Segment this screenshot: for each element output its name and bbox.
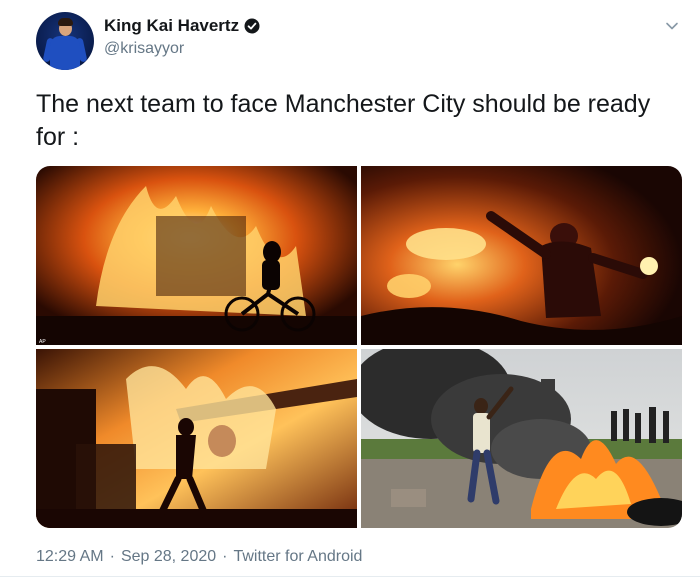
author-name-row[interactable]: King Kai Havertz <box>104 16 260 36</box>
photo-protester-molotov[interactable] <box>361 166 682 345</box>
meta-separator: · <box>109 548 115 565</box>
photo-burning-shacks[interactable] <box>36 349 357 528</box>
divider <box>0 576 700 577</box>
media-grid: AP <box>36 166 682 528</box>
author-display-name[interactable]: King Kai Havertz <box>104 16 239 36</box>
photo-burning-tyres-smoke[interactable] <box>361 349 682 528</box>
tweet-card[interactable]: King Kai Havertz @krisayyor The next tea… <box>0 0 700 580</box>
photo-credit: AP <box>39 339 46 345</box>
chevron-down-icon[interactable] <box>664 18 680 34</box>
tweet-time[interactable]: 12:29 AM <box>36 548 104 566</box>
avatar[interactable] <box>36 12 94 70</box>
author-handle[interactable]: @krisayyor <box>104 40 184 58</box>
photo-burning-vehicle-cyclist[interactable] <box>36 166 357 345</box>
tweet-date[interactable]: Sep 28, 2020 <box>121 548 216 566</box>
tweet-text: The next team to face Manchester City sh… <box>36 90 651 151</box>
verified-badge-icon <box>244 18 260 34</box>
tweet-source[interactable]: Twitter for Android <box>233 548 362 566</box>
tweet-meta: 12:29 AM · Sep 28, 2020 · Twitter for An… <box>36 548 362 566</box>
meta-separator: · <box>222 548 228 565</box>
